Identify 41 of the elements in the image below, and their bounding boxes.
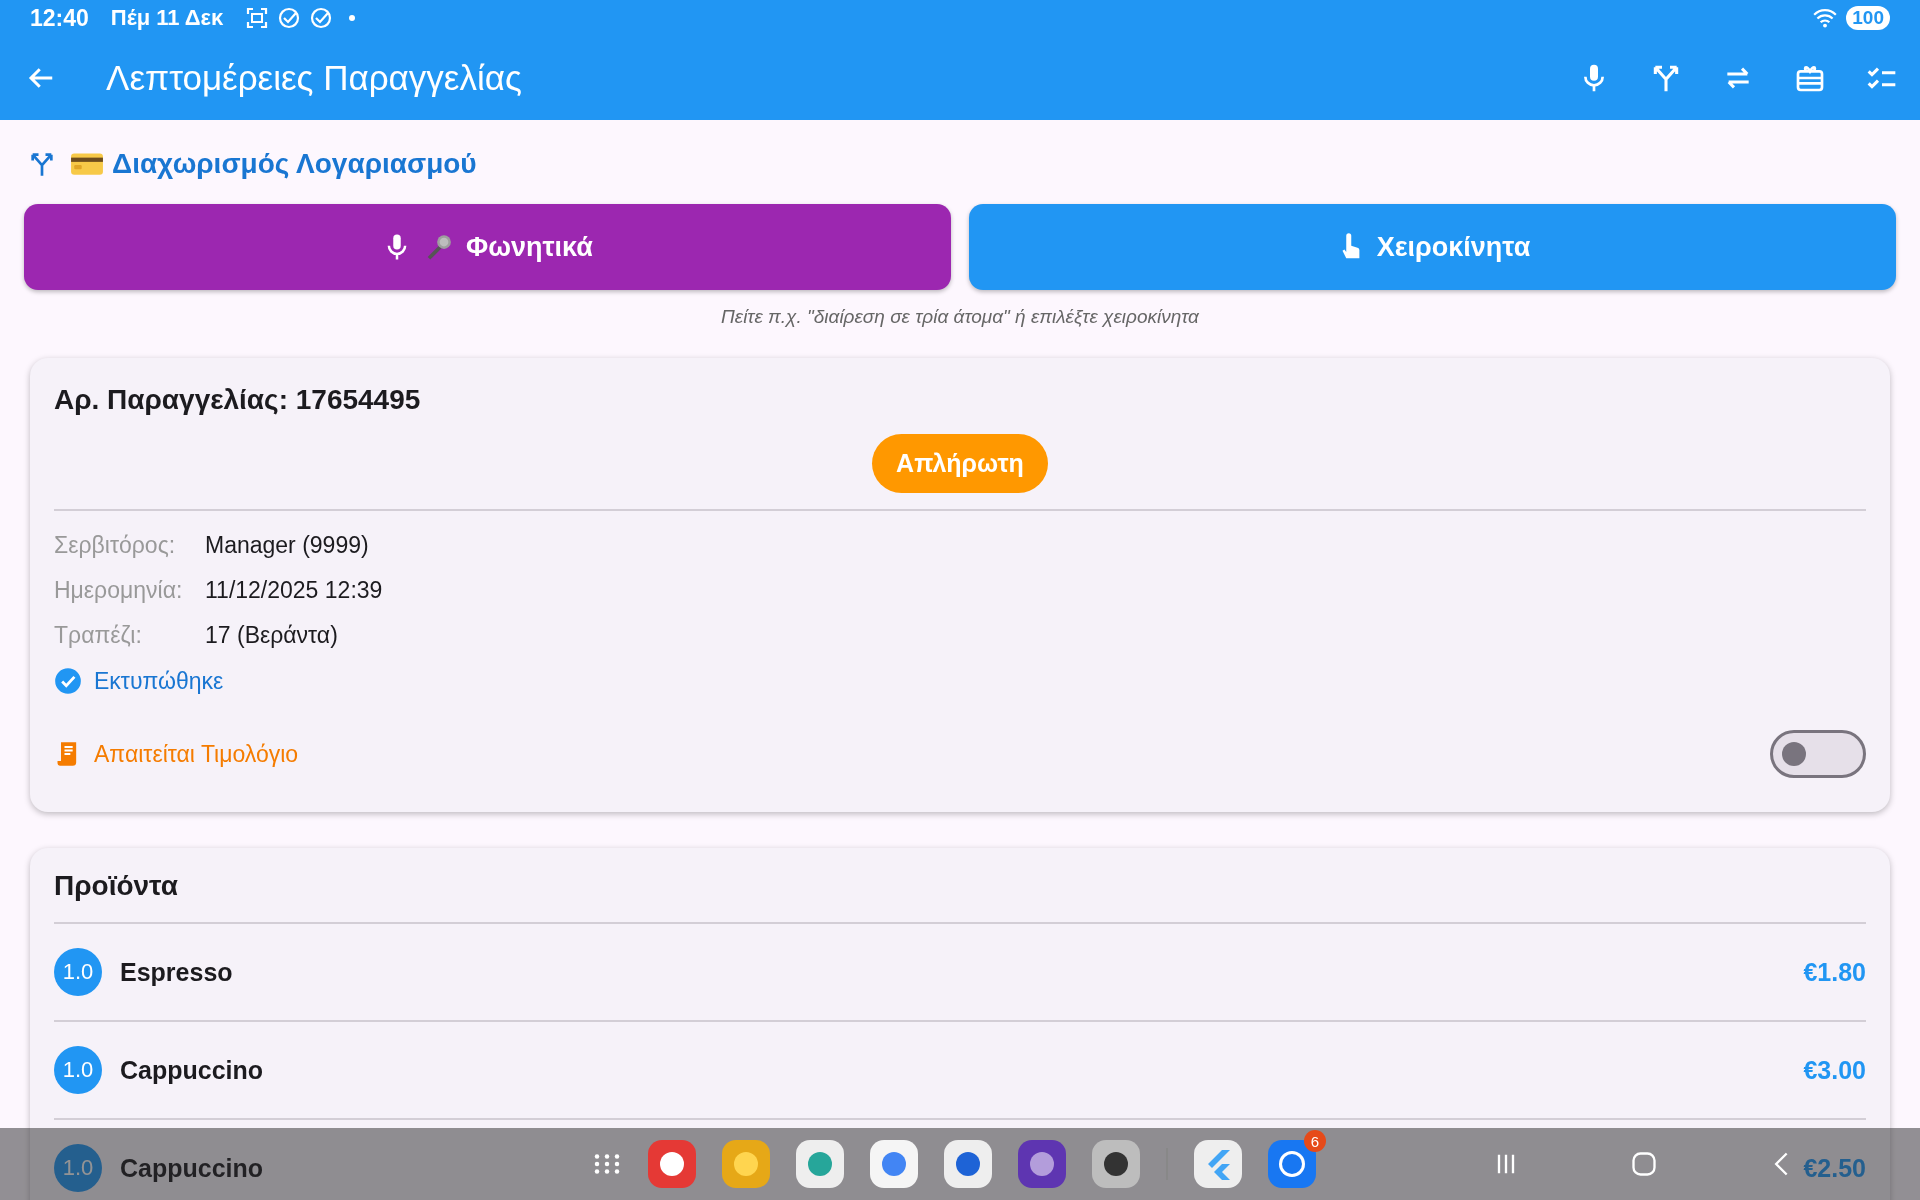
field-label: Σερβιτόρος:	[54, 532, 177, 559]
quantity-badge: 1.0	[54, 1144, 102, 1192]
hint-text: Πείτε π.χ. "διαίρεση σε τρία άτομα" ή επιλέξτε χειροκίνητα	[720, 306, 1200, 328]
field-value: 11/12/2025 12:39	[205, 577, 383, 604]
app-icon[interactable]	[648, 1140, 696, 1188]
product-price: €2.50	[1803, 1153, 1866, 1183]
notification-dot-icon	[349, 15, 356, 21]
product-name: Espresso	[120, 957, 233, 987]
home-icon[interactable]	[1630, 1150, 1658, 1178]
product-price: €1.80	[1803, 957, 1866, 987]
wifi-icon	[1812, 7, 1839, 29]
invoice-toggle[interactable]	[1770, 730, 1866, 778]
order-number: Αρ. Παραγγελίας: 17654495	[54, 384, 422, 416]
app-icon[interactable]	[1018, 1140, 1066, 1188]
app-icon[interactable]	[944, 1140, 992, 1188]
battery-level: 100	[1846, 6, 1890, 30]
product-name: Cappuccino	[120, 1055, 264, 1085]
invoice-label: Απαιτείται Τιμολόγιο	[94, 740, 299, 768]
screenshot-icon	[245, 6, 270, 30]
status-time: 12:40	[30, 4, 89, 32]
app-icon[interactable]	[870, 1140, 918, 1188]
field-label: Τραπέζι:	[54, 622, 143, 649]
product-name: Cappuccino	[120, 1153, 264, 1183]
field-value: Manager (9999)	[205, 532, 369, 559]
products-title: Προϊόντα	[54, 870, 180, 902]
quantity-badge: 1.0	[54, 948, 102, 996]
app-icon[interactable]	[1092, 1140, 1140, 1188]
section-title: Διαχωρισμός Λογαριασμού	[112, 148, 477, 180]
voice-mode-button[interactable]: Φωνητικά	[24, 204, 951, 290]
printed-status: Εκτυπώθηκε	[94, 667, 224, 695]
credit-card-icon	[70, 151, 104, 177]
field-label: Ημερομηνία:	[54, 577, 184, 604]
page-title: Λεπτομέρειες Παραγγελίας	[106, 58, 522, 98]
check-circle-icon	[309, 6, 334, 30]
product-price: €3.00	[1803, 1055, 1866, 1085]
status-badge: Απλήρωτη	[872, 434, 1048, 493]
check-circle-icon	[277, 6, 302, 30]
split-arrows-icon	[28, 150, 56, 178]
field-value: 17 (Βεράντα)	[205, 622, 338, 649]
quantity-badge: 1.0	[54, 1046, 102, 1094]
status-date: Πέμ 11 Δεκ	[110, 5, 224, 31]
